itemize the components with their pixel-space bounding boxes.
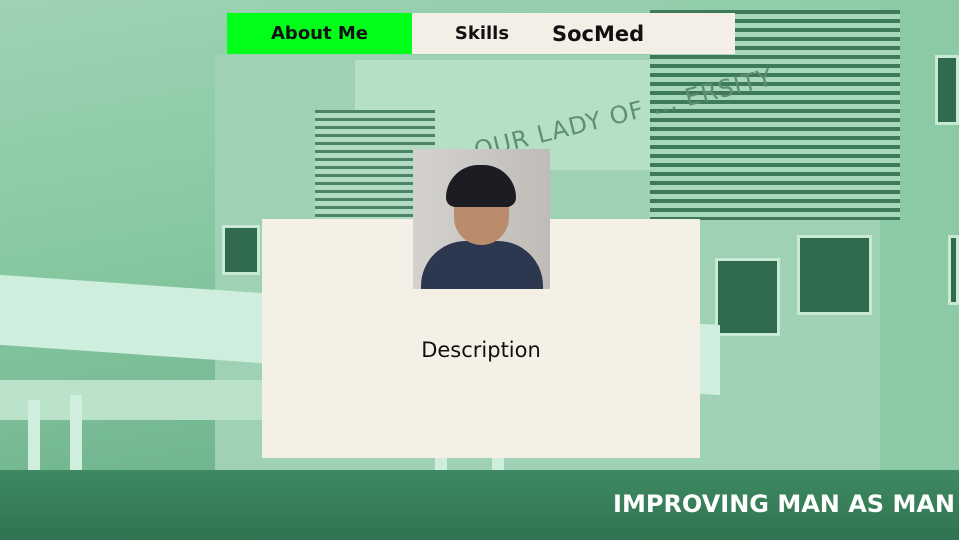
building-window [797,235,872,315]
tab-skills[interactable]: Skills [412,13,552,54]
building-window [948,235,959,305]
profile-description: Description [421,338,541,362]
profile-photo [413,149,550,289]
building-window [222,225,260,275]
building-window [715,258,780,336]
top-nav: About Me Skills SocMed [227,13,735,54]
slogan: IMPROVING MAN AS MAN [613,490,955,518]
tab-socmed[interactable]: SocMed [552,13,672,54]
building-window [935,55,959,125]
tab-about-me[interactable]: About Me [227,13,412,54]
